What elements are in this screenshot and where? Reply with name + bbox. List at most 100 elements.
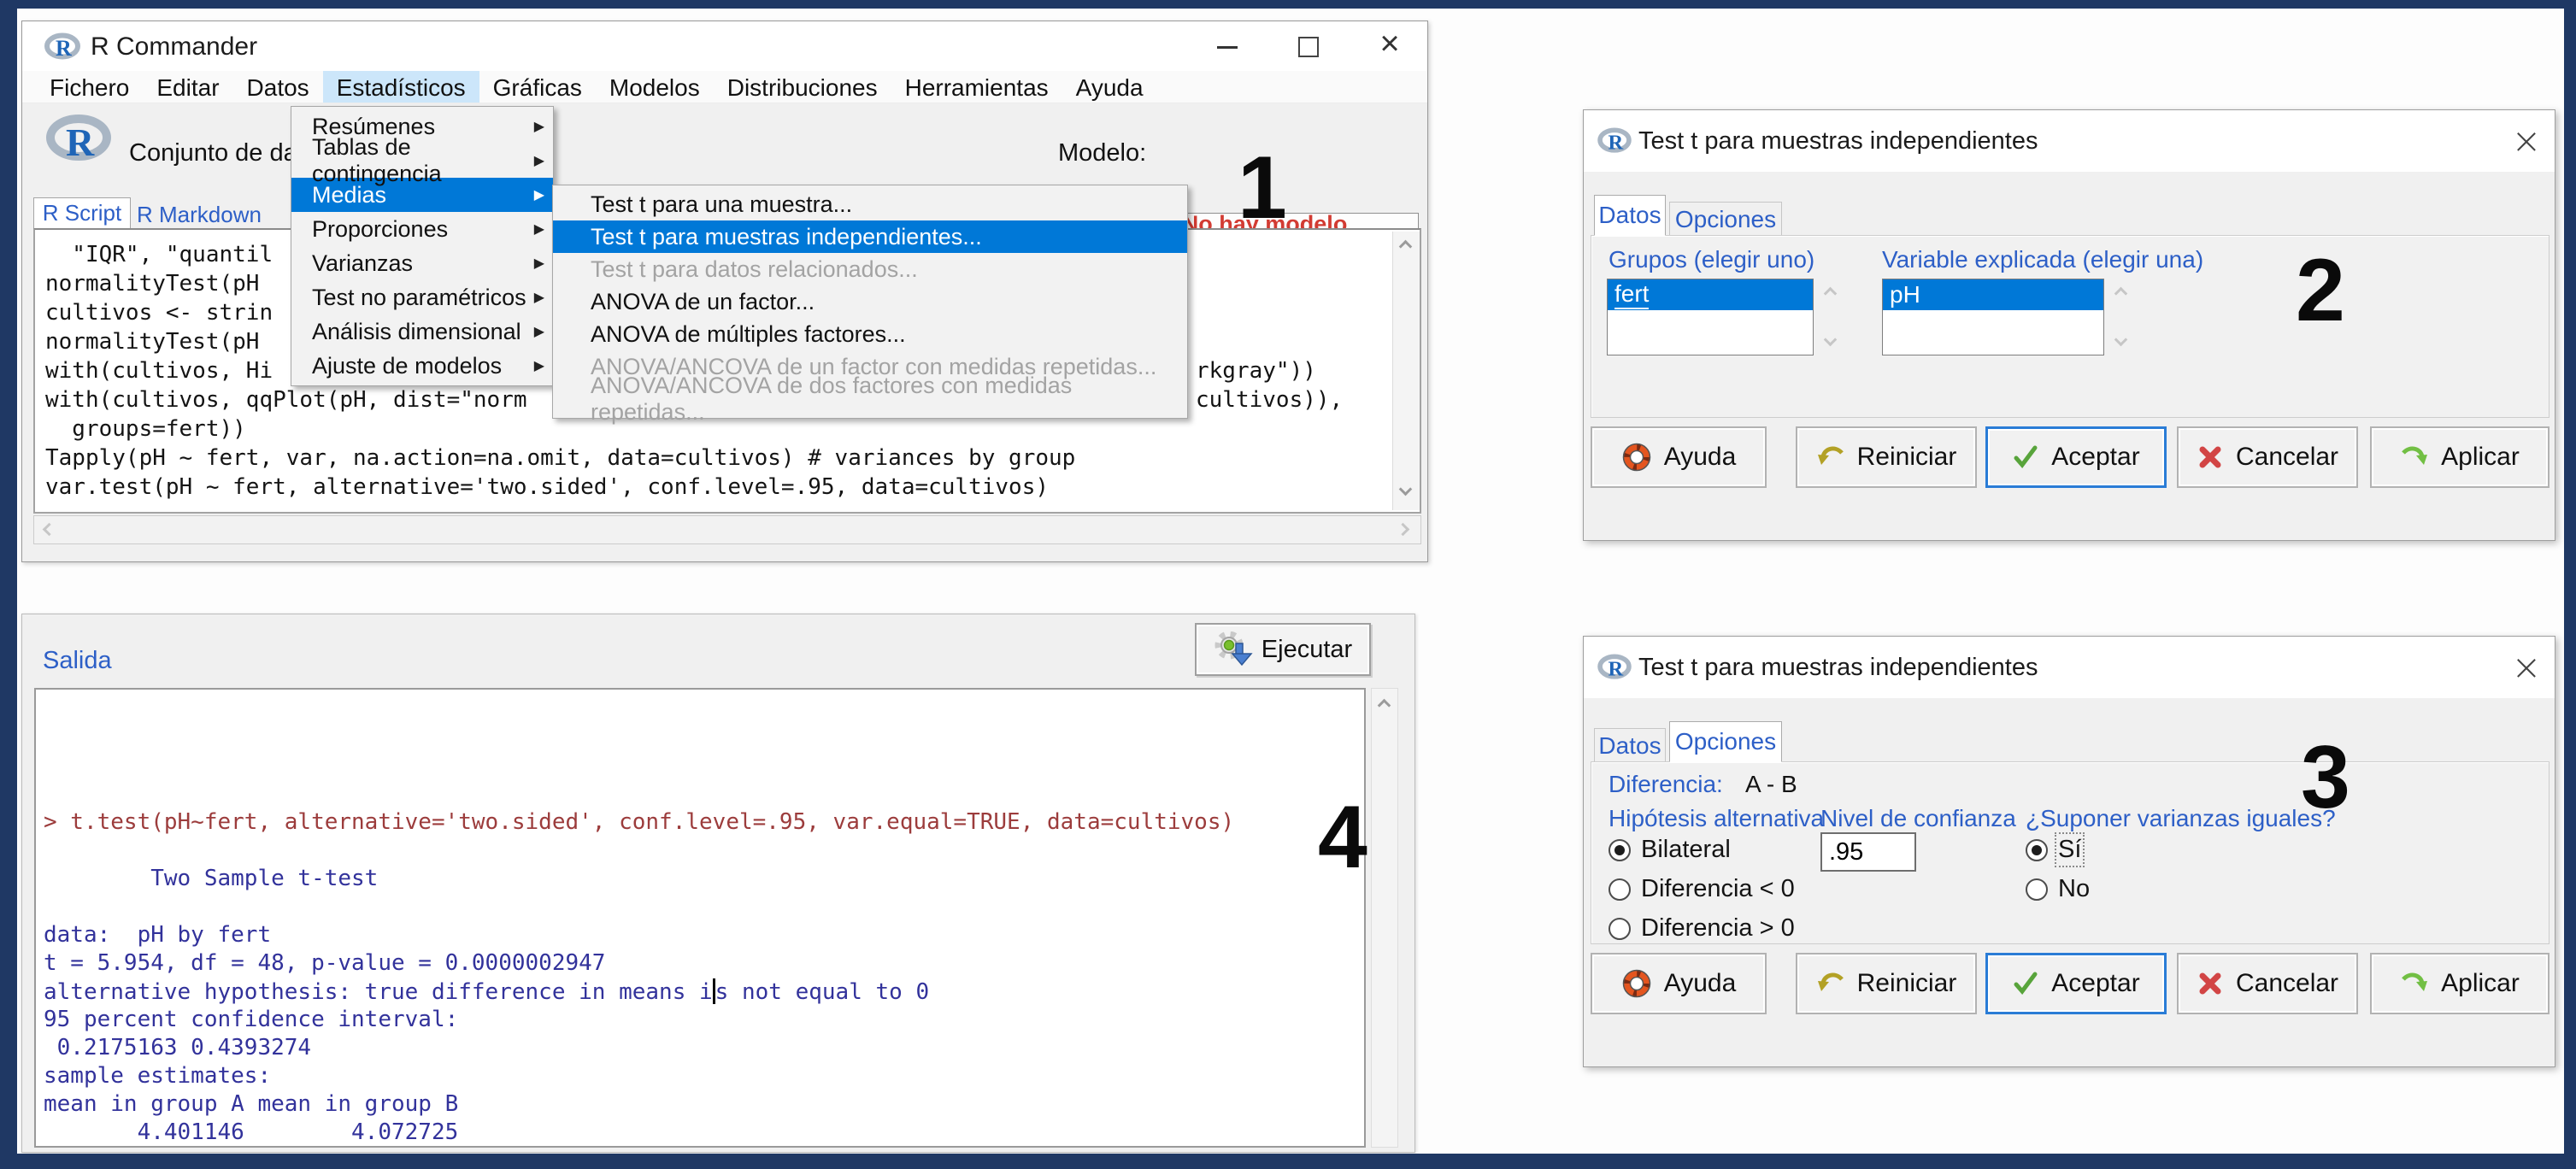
variable-item-ph[interactable]: pH: [1883, 279, 2103, 310]
tab-opciones[interactable]: Opciones: [1669, 202, 1782, 236]
help-button[interactable]: Ayuda: [1591, 426, 1767, 488]
list-scroll-down-icon[interactable]: [2114, 333, 2128, 347]
menu-graficas[interactable]: Gráficas: [479, 71, 596, 103]
cancel-button[interactable]: Cancelar: [2177, 426, 2358, 488]
radio-diferencia-menor[interactable]: Diferencia < 0: [1609, 875, 1795, 903]
svg-text:R: R: [56, 36, 72, 61]
script-vertical-scrollbar[interactable]: [1392, 232, 1420, 510]
menu-modelos[interactable]: Modelos: [596, 71, 714, 103]
confidence-input[interactable]: [1820, 832, 1916, 872]
confidence-label: Nivel de confianza: [1820, 805, 2016, 832]
run-button[interactable]: Ejecutar: [1195, 623, 1371, 676]
menu-distribuciones[interactable]: Distribuciones: [714, 71, 891, 103]
annotation-number-2: 2: [2296, 246, 2345, 335]
minimize-button[interactable]: [1206, 30, 1249, 64]
radio-no[interactable]: No: [2026, 875, 2090, 903]
tab-label: Datos: [1598, 732, 1661, 760]
radio-bilateral[interactable]: Bilateral: [1609, 836, 1731, 864]
opciones-panel: Diferencia: A - B Hipótesis alternativa …: [1591, 761, 2550, 944]
ok-button[interactable]: Aceptar: [1985, 426, 2167, 488]
cancel-label: Cancelar: [2236, 969, 2338, 998]
menu-estadisticos[interactable]: Estadísticos: [323, 71, 479, 103]
reset-button[interactable]: Reiniciar: [1796, 953, 1977, 1014]
ok-button[interactable]: Aceptar: [1985, 953, 2167, 1014]
variable-listbox[interactable]: pH: [1882, 279, 2104, 355]
tab-r-script[interactable]: R Script: [33, 197, 131, 228]
run-icon: [1214, 631, 1253, 667]
submenu-item-label: ANOVA/ANCOVA de dos factores con medidas…: [591, 373, 1179, 426]
output-panel: Salida Ejecutar > t.test(pH~fert, altern…: [21, 614, 1415, 1153]
help-icon: [1621, 442, 1652, 473]
submenu-item-label: ANOVA de múltiples factores...: [591, 321, 906, 348]
script-line: cultivos)),: [1196, 387, 1343, 413]
menu-item-label: Varianzas: [312, 250, 413, 277]
scroll-right-icon[interactable]: [1397, 523, 1410, 537]
ttest-dialog-opciones: R Test t para muestras independientes × …: [1583, 636, 2555, 1067]
apply-icon: [2400, 971, 2429, 996]
ok-label: Aceptar: [2051, 969, 2139, 998]
script-line: normalityTest(pH: [45, 329, 273, 355]
cancel-icon: [2197, 444, 2224, 471]
scroll-left-icon[interactable]: [43, 523, 56, 537]
model-label: Modelo:: [1058, 139, 1146, 167]
menu-item-proporciones[interactable]: Proporciones▶: [291, 212, 553, 246]
script-horizontal-scrollbar[interactable]: [33, 515, 1421, 544]
tab-datos[interactable]: Datos: [1594, 728, 1666, 762]
tab-datos[interactable]: Datos: [1594, 195, 1666, 236]
groups-item-fert[interactable]: fert: [1608, 279, 1813, 310]
submenu-arrow-icon: ▶: [534, 186, 544, 203]
menu-bar: Fichero Editar Datos Estadísticos Gráfic…: [22, 71, 1427, 103]
close-button[interactable]: ×: [2503, 643, 2550, 690]
apply-button[interactable]: Aplicar: [2370, 426, 2550, 488]
list-scroll-up-icon[interactable]: [2114, 287, 2128, 301]
menu-item-ajuste-de-modelos[interactable]: Ajuste de modelos▶: [291, 349, 553, 383]
list-scroll-up-icon[interactable]: [1824, 287, 1838, 301]
list-scroll-down-icon[interactable]: [1824, 333, 1838, 347]
submenu-item-anova-un-factor[interactable]: ANOVA de un factor...: [553, 285, 1187, 318]
output-text: mean in group A mean in group B: [44, 1091, 458, 1117]
tab-opciones[interactable]: Opciones: [1669, 721, 1782, 762]
menu-item-tablas[interactable]: Tablas de contingencia▶: [291, 144, 553, 178]
output-text: t = 5.954, df = 48, p-value = 0.00000029…: [44, 950, 605, 976]
apply-button[interactable]: Aplicar: [2370, 953, 2550, 1014]
menu-item-label: Test no paramétricos: [312, 285, 526, 311]
reset-label: Reiniciar: [1857, 443, 1957, 472]
groups-item-label: fert: [1614, 280, 1649, 309]
cancel-button[interactable]: Cancelar: [2177, 953, 2358, 1014]
reset-button[interactable]: Reiniciar: [1796, 426, 1977, 488]
submenu-arrow-icon: ▶: [534, 220, 544, 238]
tab-label: Datos: [1598, 202, 1661, 229]
dialog-title-bar: R Test t para muestras independientes ×: [1584, 637, 2555, 698]
cancel-icon: [2197, 970, 2224, 997]
menu-item-varianzas[interactable]: Varianzas▶: [291, 246, 553, 280]
menu-herramientas[interactable]: Herramientas: [891, 71, 1062, 103]
scroll-down-icon[interactable]: [1399, 483, 1413, 496]
radio-diferencia-mayor[interactable]: Diferencia > 0: [1609, 914, 1795, 943]
scroll-up-icon[interactable]: [1399, 240, 1413, 254]
radio-label: Bilateral: [1641, 836, 1731, 864]
submenu-item-test-t-una-muestra[interactable]: Test t para una muestra...: [553, 188, 1187, 220]
menu-datos[interactable]: Datos: [233, 71, 323, 103]
output-scrollbar[interactable]: [1371, 688, 1398, 1148]
equal-variances-label: ¿Suponer varianzas iguales?: [2026, 805, 2336, 832]
output-text: alternative hypothesis: true difference …: [44, 979, 713, 1005]
radio-si[interactable]: Sí: [2026, 836, 2081, 864]
menu-item-analisis-dimensional[interactable]: Análisis dimensional▶: [291, 314, 553, 349]
tab-r-markdown[interactable]: R Markdown: [137, 201, 273, 228]
groups-listbox[interactable]: fert: [1607, 279, 1814, 355]
output-text: 95 percent confidence interval:: [44, 1007, 458, 1032]
output-text: s not equal to 0: [715, 979, 929, 1005]
menu-fichero[interactable]: Fichero: [36, 71, 143, 103]
submenu-item-test-t-muestras-independientes[interactable]: Test t para muestras independientes...: [553, 220, 1187, 253]
maximize-button[interactable]: [1287, 30, 1330, 64]
submenu-item-anova-multiples-factores[interactable]: ANOVA de múltiples factores...: [553, 318, 1187, 350]
menu-item-test-no-parametricos[interactable]: Test no paramétricos▶: [291, 280, 553, 314]
close-button[interactable]: ×: [1368, 26, 1411, 61]
close-button[interactable]: ×: [2503, 117, 2550, 163]
menu-ayuda[interactable]: Ayuda: [1062, 71, 1157, 103]
menu-editar[interactable]: Editar: [143, 71, 232, 103]
medias-submenu: Test t para una muestra... Test t para m…: [552, 185, 1188, 419]
title-bar: R R Commander ×: [22, 21, 1427, 71]
scroll-up-icon[interactable]: [1378, 699, 1391, 713]
help-button[interactable]: Ayuda: [1591, 953, 1767, 1014]
